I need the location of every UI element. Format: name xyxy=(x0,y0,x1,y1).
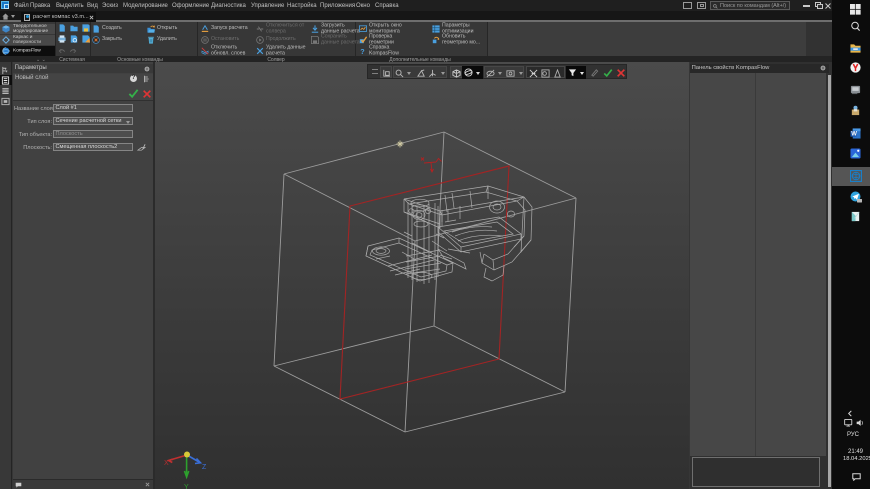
svg-text:X: X xyxy=(164,460,169,467)
svg-text:?: ? xyxy=(360,47,364,55)
svg-text:Z: Z xyxy=(202,464,207,471)
svg-text:W: W xyxy=(851,131,857,137)
svg-text:Y: Y xyxy=(184,484,189,489)
